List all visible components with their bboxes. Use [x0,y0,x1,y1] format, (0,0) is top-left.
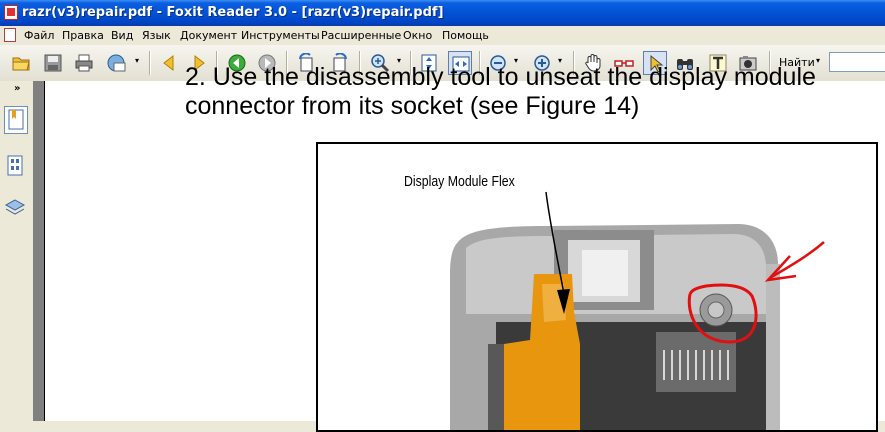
menu-tools[interactable]: Инструменты [241,29,320,42]
figure-14: Display Module Flex [316,142,878,432]
document-icon[interactable] [4,28,16,42]
print-icon[interactable] [72,51,96,75]
email-icon[interactable] [104,51,128,75]
document-text-line: connector from its socket (see Figure 14… [185,92,640,120]
title-bar: razr(v3)repair.pdf - Foxit Reader 3.0 - … [0,0,885,26]
page-edge [44,81,45,421]
menu-window[interactable]: Окно [403,29,432,42]
navigation-panel: » [0,81,34,421]
menu-file[interactable]: Файл [24,29,54,42]
find-input[interactable] [829,52,885,72]
open-folder-icon[interactable] [9,51,33,75]
menu-language[interactable]: Язык [142,29,171,42]
menu-edit[interactable]: Правка [62,29,104,42]
pages-icon[interactable] [4,153,28,181]
figure-label: Display Module Flex [404,173,515,190]
foxit-app-icon[interactable] [4,5,18,20]
toolbar-separator [149,51,151,75]
expand-panel-icon[interactable]: » [14,83,20,94]
find-dropdown-icon[interactable]: ▾ [816,56,823,68]
prev-page-icon[interactable] [157,51,181,75]
save-icon[interactable] [41,51,65,75]
menu-view[interactable]: Вид [111,29,133,42]
menu-help[interactable]: Помощь [442,29,489,42]
layers-icon[interactable] [4,196,28,224]
menu-document[interactable]: Документ [180,29,237,42]
window-title: razr(v3)repair.pdf - Foxit Reader 3.0 - … [22,5,444,20]
email-dropdown-icon[interactable]: ▾ [135,56,142,68]
menu-bar: Файл Правка Вид Язык Документ Инструмент… [0,26,885,45]
bookmarks-icon[interactable] [4,106,28,134]
document-text-line: 2. Use the disassembly tool to unseat th… [185,63,816,91]
phone-photo [450,191,825,430]
menu-advanced[interactable]: Расширенные [321,29,401,42]
